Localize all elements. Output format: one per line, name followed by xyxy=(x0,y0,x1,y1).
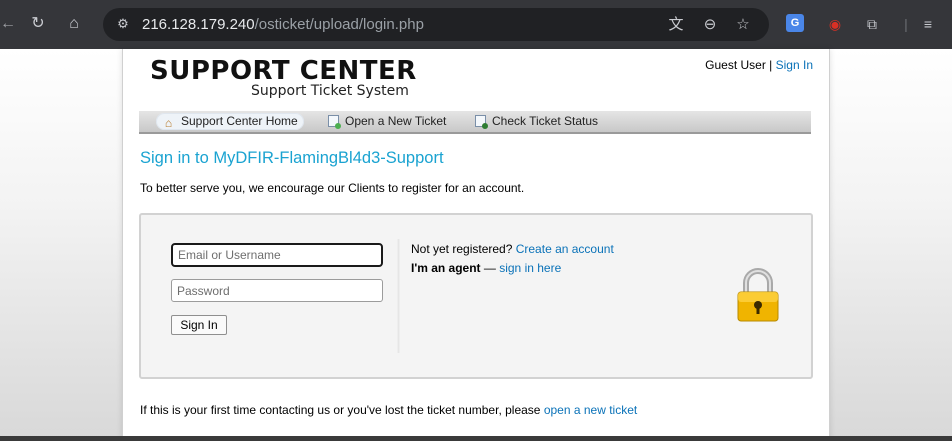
open-new-ticket-link[interactable]: open a new ticket xyxy=(544,403,637,417)
home-icon[interactable]: ⌂ xyxy=(64,14,84,34)
email-username-input[interactable] xyxy=(171,243,383,267)
nav-item-check-status[interactable]: Check Ticket Status xyxy=(469,113,604,130)
logo-subtitle: Support Ticket System xyxy=(251,83,409,99)
sign-in-link[interactable]: Sign In xyxy=(776,58,813,72)
back-arrow-icon[interactable]: ← xyxy=(0,14,16,34)
taskbar-strip xyxy=(0,436,952,441)
site-settings-icon[interactable]: ⚙ xyxy=(114,15,132,33)
reading-list-icon[interactable]: ≡ xyxy=(918,14,938,34)
url-host: 216.128.179.240 xyxy=(142,16,255,33)
page-title: Sign in to MyDFIR-FlamingBl4d3-Support xyxy=(140,149,444,167)
nav-item-label: Open a New Ticket xyxy=(345,114,447,128)
reload-icon[interactable]: ↻ xyxy=(28,14,48,34)
url-path: /osticket/upload/login.php xyxy=(254,16,424,33)
footer-text: If this is your first time contacting us… xyxy=(140,403,637,417)
google-translate-extension-icon[interactable]: G xyxy=(786,14,804,32)
nav-item-home[interactable]: ⌂ Support Center Home xyxy=(156,113,304,130)
create-account-link[interactable]: Create an account xyxy=(516,242,614,256)
new-ticket-icon xyxy=(328,115,341,129)
guest-user-label: Guest User xyxy=(705,58,766,72)
ticket-status-icon xyxy=(475,115,488,129)
bookmark-star-icon[interactable]: ☆ xyxy=(733,15,753,35)
sign-in-button[interactable]: Sign In xyxy=(171,315,227,335)
address-bar[interactable]: ⚙ 216.128.179.240/osticket/upload/login.… xyxy=(103,8,769,41)
intro-text: To better serve you, we encourage our Cl… xyxy=(140,181,525,195)
padlock-icon xyxy=(737,268,779,322)
nav-item-open-ticket[interactable]: Open a New Ticket xyxy=(322,113,452,130)
url-text[interactable]: 216.128.179.240/osticket/upload/login.ph… xyxy=(142,16,424,33)
support-center-container: SUPPORT CENTER Support Ticket System Gue… xyxy=(122,49,830,441)
user-bar: Guest User | Sign In xyxy=(705,58,813,72)
agent-label: I'm an agent xyxy=(411,261,481,275)
registration-line: Not yet registered? Create an account xyxy=(411,242,614,256)
extensions-puzzle-icon[interactable]: ⧉ xyxy=(862,14,882,34)
user-bar-separator: | xyxy=(765,58,776,72)
login-box: Sign In Not yet registered? Create an ac… xyxy=(139,213,813,379)
login-divider xyxy=(397,239,400,353)
zoom-icon[interactable]: ⊖ xyxy=(700,15,720,35)
agent-line: I'm an agent — sign in here xyxy=(411,261,561,275)
footer-message: If this is your first time contacting us… xyxy=(140,403,544,417)
agent-dash: — xyxy=(480,261,500,275)
browser-toolbar: ← ↻ ⌂ ⚙ 216.128.179.240/osticket/upload/… xyxy=(0,0,952,49)
recorder-extension-icon[interactable]: ◉ xyxy=(825,14,845,34)
translate-icon[interactable]: 文 xyxy=(666,15,686,35)
main-nav: ⌂ Support Center Home Open a New Ticket C… xyxy=(139,111,811,134)
logo-title[interactable]: SUPPORT CENTER xyxy=(150,56,417,86)
not-registered-text: Not yet registered? xyxy=(411,242,516,256)
toolbar-divider: | xyxy=(904,16,908,32)
home-icon: ⌂ xyxy=(164,116,173,130)
nav-item-label: Check Ticket Status xyxy=(492,114,599,128)
nav-item-label: Support Center Home xyxy=(181,114,298,128)
password-input[interactable] xyxy=(171,279,383,302)
agent-sign-in-link[interactable]: sign in here xyxy=(499,261,561,275)
